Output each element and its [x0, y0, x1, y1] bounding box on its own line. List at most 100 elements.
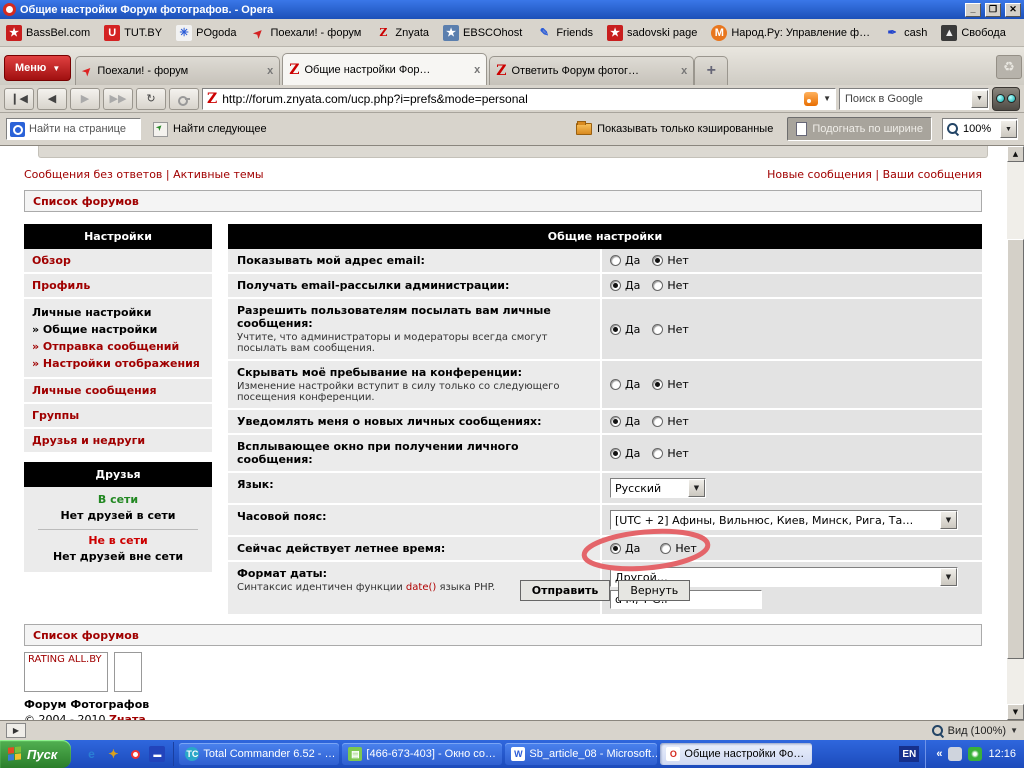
url-dropdown-icon[interactable]: ▼ — [823, 94, 831, 103]
chevron-down-icon[interactable]: ▼ — [688, 479, 705, 497]
radio-option[interactable]: Нет — [652, 279, 688, 292]
radio-button[interactable] — [610, 255, 621, 266]
opera-menu-button[interactable]: Меню ▼ — [4, 55, 71, 81]
search-input[interactable]: Поиск в Google ▼ — [839, 88, 989, 110]
opera-icon[interactable] — [127, 746, 143, 762]
sidebar-item[interactable]: Друзья и недруги — [24, 429, 212, 454]
tab-active[interactable]: ZОбщие настройки Фор…x — [282, 53, 487, 85]
bookmark-item[interactable]: ▲Свобода — [941, 25, 1006, 41]
radio-button[interactable] — [652, 448, 663, 459]
top-links-left[interactable]: Сообщения без ответов | Активные темы — [24, 168, 264, 181]
close-button[interactable]: ✕ — [1005, 3, 1021, 17]
fit-to-width-button[interactable]: Подогнать по ширине — [787, 117, 932, 141]
minimize-button[interactable]: _ — [965, 3, 981, 17]
task-button[interactable]: WSb_article_08 - Microsoft… — [505, 743, 657, 765]
radio-option[interactable]: Да — [610, 254, 640, 267]
radio-button[interactable] — [652, 255, 663, 266]
radio-option[interactable]: Нет — [652, 447, 688, 460]
bookmark-item[interactable]: ★BassBel.com — [6, 25, 90, 41]
url-field[interactable]: Z http://forum.znyata.com/ucp.php?i=pref… — [202, 88, 836, 110]
bookmark-item[interactable]: MНарод.Ру: Управление ф… — [711, 25, 870, 41]
radio-option[interactable]: Нет — [660, 542, 696, 555]
rewind-button[interactable]: ❙◀ — [4, 88, 34, 110]
setting-select[interactable]: Русский▼ — [610, 478, 706, 498]
bookmark-item[interactable]: ✒cash — [884, 25, 927, 41]
setting-select[interactable]: [UTC + 2] Афины, Вильнюс, Киев, Минск, Р… — [610, 510, 958, 530]
sidebar-item[interactable]: » Общие настройки — [32, 321, 204, 338]
site-link[interactable]: Zната. — [109, 713, 150, 720]
closed-tabs-trash-icon[interactable]: ♻ — [996, 55, 1022, 79]
restore-button[interactable]: ❐ — [985, 3, 1001, 17]
forum-list-bar-bottom[interactable]: Список форумов — [24, 624, 982, 646]
radio-option[interactable]: Да — [610, 378, 640, 391]
floppy-icon[interactable]: ▬ — [149, 746, 165, 762]
tab-close-icon[interactable]: x — [474, 64, 480, 76]
rating-banner[interactable]: RATING ALL.BY — [24, 652, 108, 692]
sidebar-item[interactable]: Личные сообщения — [24, 379, 212, 404]
find-next-button[interactable]: Найти следующее — [149, 120, 271, 139]
wand-password-button[interactable] — [169, 88, 199, 110]
radio-button[interactable] — [652, 280, 663, 291]
bookmark-item[interactable]: UTUT.BY — [104, 25, 162, 41]
bookmark-item[interactable]: ZZnyata — [375, 25, 429, 41]
radio-button[interactable] — [610, 416, 621, 427]
radio-option[interactable]: Нет — [652, 378, 688, 391]
panels-toggle-button[interactable]: ▶ — [6, 723, 26, 738]
search-engine-dropdown[interactable]: ▼ — [971, 90, 988, 108]
sidebar-item[interactable]: Личные настройки — [32, 304, 204, 321]
scroll-up-button[interactable]: ▲ — [1007, 146, 1024, 162]
radio-button[interactable] — [610, 280, 621, 291]
tab-inactive[interactable]: ZОтветить Форум фотог…x — [489, 56, 694, 85]
cached-only-toggle[interactable]: Показывать только кэшированные — [572, 121, 777, 137]
sidebar-item[interactable]: » Отправка сообщений — [32, 338, 204, 355]
reset-button[interactable]: Вернуть — [618, 580, 690, 601]
radio-option[interactable]: Да — [610, 542, 640, 555]
radio-option[interactable]: Да — [610, 447, 640, 460]
rss-feed-icon[interactable] — [804, 92, 818, 106]
radio-button[interactable] — [660, 543, 671, 554]
submit-button[interactable]: Отправить — [520, 580, 611, 601]
reload-button[interactable]: ↻ — [136, 88, 166, 110]
task-button[interactable]: OОбщие настройки Фо… — [660, 743, 812, 765]
radio-option[interactable]: Нет — [652, 323, 688, 336]
forum-list-link-bottom[interactable]: Список форумов — [33, 629, 139, 642]
radio-button[interactable] — [610, 543, 621, 554]
scrollbar-thumb[interactable] — [1007, 239, 1024, 659]
language-indicator[interactable]: EN — [899, 746, 919, 762]
new-tab-button[interactable]: + — [694, 56, 728, 85]
binoculars-find-icon[interactable] — [992, 87, 1020, 111]
radio-button[interactable] — [652, 379, 663, 390]
back-button[interactable]: ◀ — [37, 88, 67, 110]
tray-collapse-icon[interactable]: « — [936, 748, 942, 760]
launch-icon[interactable]: ✦ — [105, 746, 121, 762]
radio-button[interactable] — [652, 416, 663, 427]
chevron-down-icon[interactable]: ▼ — [940, 511, 957, 529]
start-button[interactable]: Пуск — [0, 740, 71, 768]
task-button[interactable]: ▤[466-673-403] - Окно со… — [342, 743, 502, 765]
sidebar-item[interactable]: » Настройки отображения — [32, 355, 204, 372]
radio-button[interactable] — [610, 324, 621, 335]
tab-close-icon[interactable]: x — [681, 65, 687, 77]
empty-banner[interactable] — [114, 652, 142, 692]
bookmark-item[interactable]: ★sadovski page — [607, 25, 697, 41]
title-bar[interactable]: Общие настройки Форум фотографов. - Oper… — [0, 0, 1024, 19]
view-zoom-control[interactable]: Вид (100%) ▼ — [932, 725, 1018, 737]
tray-gray-icon[interactable] — [948, 747, 962, 761]
find-on-page-input[interactable]: Найти на странице — [6, 118, 141, 140]
zoom-dropdown[interactable]: ▼ — [1000, 120, 1017, 138]
bookmark-item[interactable]: ✎Friends — [536, 25, 593, 41]
icq-flower-icon[interactable] — [968, 747, 982, 761]
fast-forward-button[interactable]: ▶▶ — [103, 88, 133, 110]
ie-icon[interactable]: e — [83, 746, 99, 762]
bookmark-item[interactable]: ★EBSCOhost — [443, 25, 522, 41]
top-links-right[interactable]: Новые сообщения | Ваши сообщения — [767, 168, 982, 181]
radio-option[interactable]: Нет — [652, 254, 688, 267]
forum-list-link[interactable]: Список форумов — [33, 195, 139, 208]
tab-close-icon[interactable]: x — [267, 65, 273, 77]
bookmark-item[interactable]: ➤Поехали! - форум — [250, 25, 361, 41]
forum-list-bar-top[interactable]: Список форумов — [24, 190, 982, 212]
radio-option[interactable]: Да — [610, 415, 640, 428]
vertical-scrollbar[interactable]: ▲ ▼ — [1007, 146, 1024, 720]
sidebar-item[interactable]: Профиль — [24, 274, 212, 299]
radio-button[interactable] — [652, 324, 663, 335]
